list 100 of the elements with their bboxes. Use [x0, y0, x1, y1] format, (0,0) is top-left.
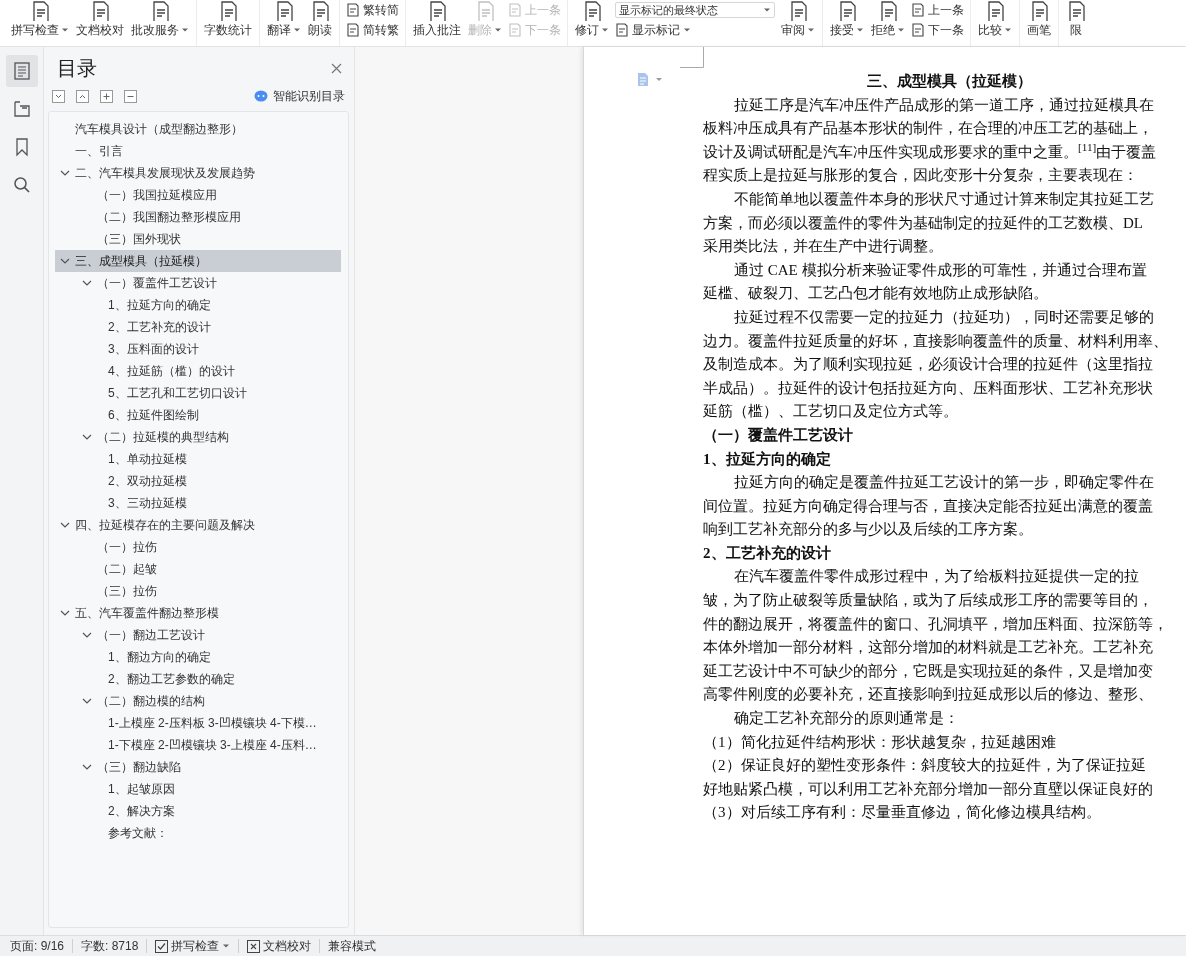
caret-icon	[683, 27, 691, 33]
document-icon	[30, 1, 50, 21]
toc-item[interactable]: 1-下模座 2-凹模镶块 3-上模座 4-压料…	[55, 734, 341, 756]
toolbar-button[interactable]: 繁转简	[346, 2, 399, 18]
toolbar-button[interactable]: 拼写检查	[8, 0, 72, 46]
toc-item[interactable]: （一）覆盖件工艺设计	[55, 272, 341, 294]
document-icon	[310, 1, 330, 21]
document-icon	[508, 3, 522, 17]
toc-item[interactable]: 2、工艺补充的设计	[55, 316, 341, 338]
toolbar-button[interactable]: 接受	[827, 0, 867, 46]
plus-icon[interactable]	[100, 89, 113, 103]
document-icon	[150, 1, 170, 21]
body-text: 边力。覆盖件拉延质量的好坏，直接影响覆盖件的质量、材料利用率、	[703, 331, 1168, 351]
document-icon	[985, 1, 1005, 21]
body-text: 拉延工序是汽车冲压件产品成形的第一道工序，通过拉延模具在	[733, 95, 1154, 115]
toc-item[interactable]: 三、成型模具（拉延模）	[55, 250, 341, 272]
document-icon	[582, 1, 602, 21]
toolbar-button[interactable]: 拒绝	[868, 0, 908, 46]
toolbar-button[interactable]: 字数统计	[201, 0, 255, 46]
toc-item[interactable]: 1、起皱原因	[55, 778, 341, 800]
toc-item[interactable]: （一）拉伤	[55, 536, 341, 558]
toc-item[interactable]: （二）起皱	[55, 558, 341, 580]
status-text: 字数: 8718	[81, 938, 139, 955]
toolbar-button[interactable]: 显示标记	[615, 22, 775, 38]
toolbar-button[interactable]: 限	[1063, 0, 1089, 46]
document-icon	[427, 1, 447, 21]
toolbar-button[interactable]: 插入批注	[410, 0, 464, 46]
toolbar-button[interactable]: 修订	[572, 0, 612, 46]
toc-item[interactable]: 五、汽车覆盖件翻边整形模	[55, 602, 341, 624]
body-text: 高零件刚度的必要补充，还直接影响到拉延成形以后的修边、整形、	[703, 685, 1153, 705]
toc-item[interactable]: 3、压料面的设计	[55, 338, 341, 360]
toc-item[interactable]: 2、双动拉延模	[55, 470, 341, 492]
status-button[interactable]: 拼写检查	[155, 937, 231, 955]
toolbar-button[interactable]: 翻译	[264, 0, 304, 46]
toolbar-button[interactable]: 简转繁	[346, 22, 399, 38]
section-heading: 2、工艺补充的设计	[703, 543, 831, 563]
toc-item[interactable]: 1、翻边方向的确定	[55, 646, 341, 668]
toolbar-button[interactable]: 文档校对	[73, 0, 127, 46]
sidebar-tab[interactable]	[5, 55, 38, 87]
toc-item[interactable]: （二）我国翻边整形模应用	[55, 206, 341, 228]
document-icon	[788, 1, 808, 21]
caret-icon	[763, 7, 771, 13]
toc-item[interactable]: 1、拉延方向的确定	[55, 294, 341, 316]
body-text: 确定工艺补充部分的原则通常是：	[733, 709, 959, 729]
toc-item[interactable]: 汽车模具设计（成型翻边整形）	[55, 118, 341, 140]
body-text: （3）对后续工序有利：尽量垂直修边，简化修边模具结构。	[703, 803, 1101, 823]
caret-icon[interactable]	[656, 78, 662, 82]
body-text: 拉延过程不仅需要一定的拉延力（拉延功），同时还需要足够的	[733, 307, 1154, 327]
toc-item[interactable]: （三）拉伤	[55, 580, 341, 602]
toolbar-button[interactable]: 审阅	[778, 0, 818, 46]
toc-item[interactable]: 5、工艺孔和工艺切口设计	[55, 382, 341, 404]
toolbar-button[interactable]: 批改服务	[128, 0, 192, 46]
toc-item[interactable]: 4、拉延筋（槛）的设计	[55, 360, 341, 382]
document-icon	[878, 1, 898, 21]
body-text: 通过 CAE 模拟分析来验证零件成形的可靠性，并通过合理布置	[733, 260, 1147, 280]
caret-icon	[222, 943, 231, 949]
toc-item[interactable]: 一、引言	[55, 140, 341, 162]
search-icon	[11, 175, 32, 195]
toc-item[interactable]: （一）我国拉延模应用	[55, 184, 341, 206]
outline-icon	[11, 99, 32, 119]
status-text: 页面: 9/16	[10, 938, 65, 955]
status-button[interactable]: 文档校对	[247, 937, 312, 955]
proofread-icon	[247, 939, 261, 953]
smart-toc-button[interactable]: 智能识别目录	[254, 87, 345, 105]
document-icon	[911, 3, 925, 17]
toc-item[interactable]: （二）翻边模的结构	[55, 690, 341, 712]
toc-item[interactable]: （二）拉延模的典型结构	[55, 426, 341, 448]
body-text: 半成品）。拉延件的设计包括拉延方向、压料面形状、工艺补充形状	[703, 378, 1153, 398]
toc-item[interactable]: 2、翻边工艺参数的确定	[55, 668, 341, 690]
body-text: 拉延方向的确定是覆盖件拉延工艺设计的第一步，即确定零件在	[733, 473, 1154, 493]
body-text: 皱，为了防止破裂等质量缺陷，或为了后续成形工序的需要等目的，	[703, 591, 1153, 611]
toc-item[interactable]: （三）国外现状	[55, 228, 341, 250]
contents-icon	[11, 61, 32, 81]
toc-item[interactable]: 四、拉延模存在的主要问题及解决	[55, 514, 341, 536]
document-icon	[346, 23, 360, 37]
body-text: 在汽车覆盖件零件成形过程中，为了给板料拉延提供一定的拉	[733, 567, 1139, 587]
minus-icon[interactable]	[124, 89, 137, 103]
expand-icon[interactable]	[76, 89, 89, 103]
toolbar-button[interactable]: 下一条	[911, 22, 964, 38]
body-text: 件的翻边展开，将覆盖件的窗口、孔洞填平，增加压料面、拉深筋等，	[703, 614, 1168, 634]
toc-item[interactable]: （三）翻边缺陷	[55, 756, 341, 778]
toc-item[interactable]: （一）翻边工艺设计	[55, 624, 341, 646]
body-text: 延工艺设计中不可缺少的部分，它既是实现拉延的条件，又是增加变	[703, 661, 1153, 681]
body-text: 响到工艺补充部分的多与少以及后续的工序方案。	[703, 520, 1033, 540]
document-icon	[274, 1, 294, 21]
toc-item[interactable]: 1、单动拉延模	[55, 448, 341, 470]
toc-item[interactable]: 6、拉延件图绘制	[55, 404, 341, 426]
close-icon[interactable]	[331, 62, 342, 74]
body-text: 板料冲压成具有产品基本形状的制件，在合理的冲压工艺的基础上，	[703, 119, 1153, 139]
toc-item[interactable]: 1-上模座 2-压料板 3-凹模镶块 4-下模…	[55, 712, 341, 734]
mode-dropdown[interactable]: 显示标记的最终状态	[615, 2, 775, 18]
toolbar-button[interactable]: 朗读	[305, 0, 335, 46]
toc-item[interactable]: 二、汽车模具发展现状及发展趋势	[55, 162, 341, 184]
toolbar-button[interactable]: 比较	[975, 0, 1015, 46]
collapse-icon[interactable]	[52, 89, 65, 103]
toolbar-button[interactable]: 上一条	[911, 2, 964, 18]
toc-item[interactable]: 参考文献：	[55, 822, 341, 844]
toc-item[interactable]: 3、三动拉延模	[55, 492, 341, 514]
toolbar-button[interactable]: 画笔	[1024, 0, 1054, 46]
toc-item[interactable]: 2、解决方案	[55, 800, 341, 822]
